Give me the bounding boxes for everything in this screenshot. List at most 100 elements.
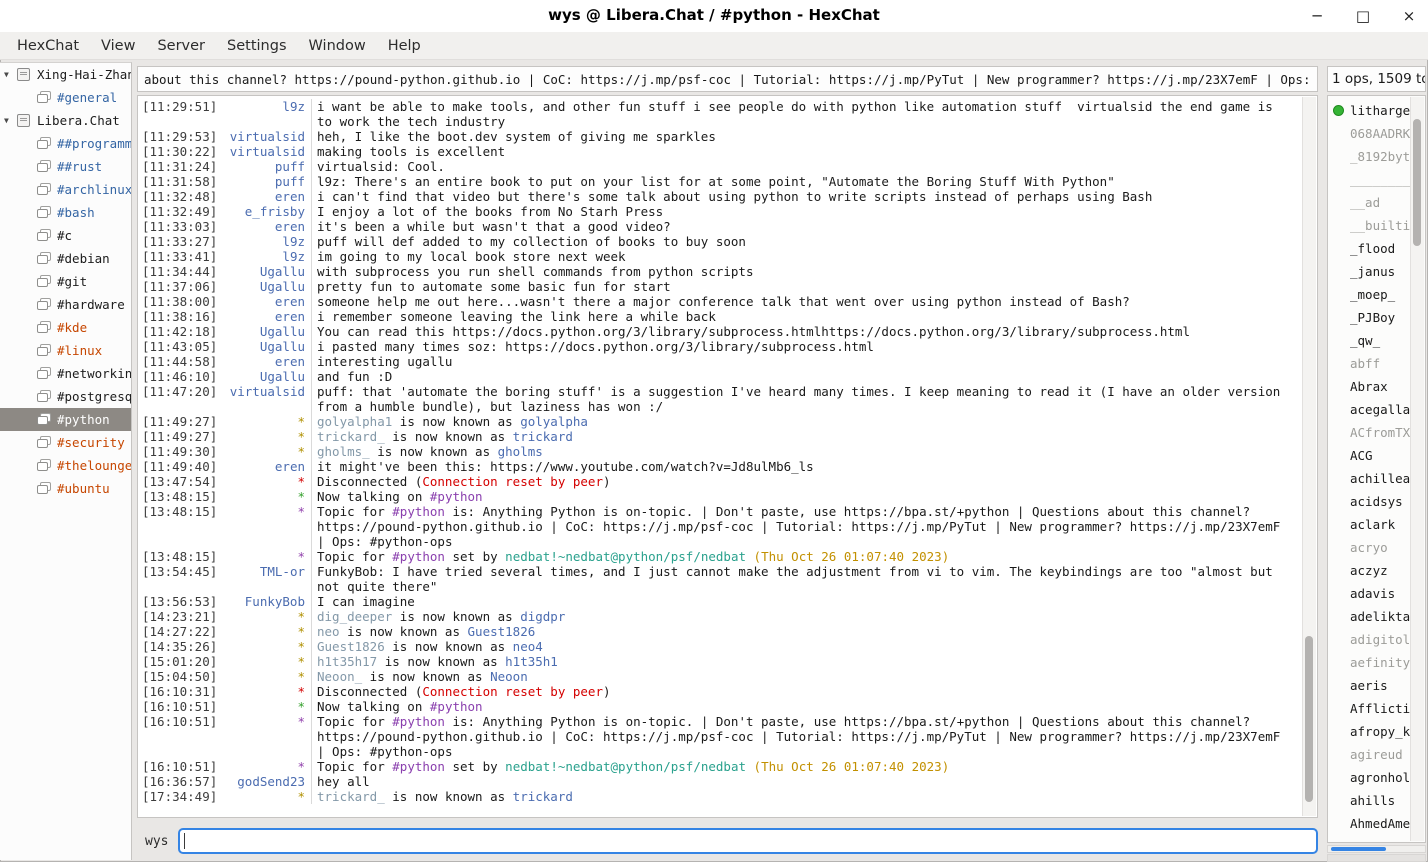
window-title: wys @ Libera.Chat / #python - HexChat <box>0 6 1428 24</box>
sidebar-item-programmi[interactable]: ##programmi <box>0 132 131 155</box>
user-list-item-moep[interactable]: _moep_ <box>1328 283 1412 306</box>
message-segment: gholms <box>498 444 543 459</box>
user-list-item-agronholm[interactable]: agronholm <box>1328 766 1412 789</box>
user-list-item-aefinity[interactable]: aefinity <box>1328 651 1412 674</box>
expander-icon[interactable]: ▼ <box>4 116 16 125</box>
minimize-icon[interactable]: ─ <box>1306 5 1328 27</box>
user-list-item-ahmedamer[interactable]: AhmedAmer <box>1328 812 1412 835</box>
user-list-item-abff[interactable]: abff <box>1328 352 1412 375</box>
timestamp: [13:54:45] <box>138 564 221 579</box>
timestamp: [16:10:51] <box>138 759 221 774</box>
menu-item-server[interactable]: Server <box>146 35 216 57</box>
message-segment: Topic for <box>317 549 392 564</box>
menu-item-hexchat[interactable]: HexChat <box>6 35 90 57</box>
chat-message: [16:10:51]*Topic for #python set by nedb… <box>138 759 1303 774</box>
message-text: Now talking on #python <box>311 699 1303 714</box>
event-star: * <box>221 504 311 519</box>
tree-server-libera-chat[interactable]: ▼ Libera.Chat <box>0 109 131 132</box>
chat-message: [11:38:16]ereni remember someone leaving… <box>138 309 1303 324</box>
user-list-item-acidsys[interactable]: acidsys <box>1328 490 1412 513</box>
timestamp: [15:04:50] <box>138 669 221 684</box>
event-star: * <box>221 654 311 669</box>
menu-item-settings[interactable]: Settings <box>216 35 297 57</box>
message-text: Guest1826 is now known as neo4 <box>311 639 1303 654</box>
user-list-item-litharge[interactable]: litharge <box>1328 99 1412 122</box>
nick: e_frisby <box>221 204 311 219</box>
close-icon[interactable]: × <box>1398 5 1420 27</box>
chat-scrollbar[interactable] <box>1302 97 1316 816</box>
user-list-item-068aadrkn[interactable]: 068AADRKN <box>1328 122 1412 145</box>
userlist-hscrollbar-thumb[interactable] <box>1331 847 1386 851</box>
user-list-item-flood[interactable]: _flood <box>1328 237 1412 260</box>
sidebar-item-postgresql[interactable]: #postgresql <box>0 385 131 408</box>
user-list-item-aclark[interactable]: aclark <box>1328 513 1412 536</box>
sidebar-item-archlinux[interactable]: #archlinux <box>0 178 131 201</box>
user-list-item-acegalla[interactable]: acegalla- <box>1328 398 1412 421</box>
message-text: hey all <box>311 774 1303 789</box>
user-list-item-acryo[interactable]: acryo <box>1328 536 1412 559</box>
sidebar-item-rust[interactable]: ##rust <box>0 155 131 178</box>
timestamp: [11:49:40] <box>138 459 221 474</box>
user-list-item-8192byte[interactable]: _8192byte <box>1328 145 1412 168</box>
sidebar-item-ubuntu[interactable]: #ubuntu <box>0 477 131 500</box>
expander-icon[interactable]: ▼ <box>4 70 16 79</box>
user-list-item-afropy-ke[interactable]: afropy_ke <box>1328 720 1412 743</box>
tree-server-xing-hai-zhan[interactable]: ▼Xing-Hai-Zhan <box>0 63 131 86</box>
sidebar-item-thelounge[interactable]: #thelounge <box>0 454 131 477</box>
user-list-item-acfromtx[interactable]: ACfromTX <box>1328 421 1412 444</box>
sidebar-item-git[interactable]: #git <box>0 270 131 293</box>
tree-item-label: Libera.Chat <box>37 113 120 128</box>
user-list-item-adeliktas[interactable]: adeliktas <box>1328 605 1412 628</box>
sidebar-item-c[interactable]: #c <box>0 224 131 247</box>
timestamp: [16:10:31] <box>138 684 221 699</box>
user-list-item-pjboy[interactable]: _PJBoy <box>1328 306 1412 329</box>
sidebar-item-debian[interactable]: #debian <box>0 247 131 270</box>
menu-item-help[interactable]: Help <box>377 35 432 57</box>
message-segment: #python-ops <box>370 534 453 549</box>
user-list-item-[interactable]: ________ <box>1328 168 1412 191</box>
sidebar-item-kde[interactable]: #kde <box>0 316 131 339</box>
sidebar-item-python[interactable]: #python <box>0 408 131 431</box>
chat-scrollbar-thumb[interactable] <box>1305 636 1313 801</box>
user-list-item-adigitole[interactable]: adigitole <box>1328 628 1412 651</box>
user-list-item-qw[interactable]: _qw_ <box>1328 329 1412 352</box>
user-list-item-acg[interactable]: ACG <box>1328 444 1412 467</box>
sidebar-item-security[interactable]: #security <box>0 431 131 454</box>
user-list-item-aeris[interactable]: aeris <box>1328 674 1412 697</box>
sidebar-item-bash[interactable]: #bash <box>0 201 131 224</box>
userlist-hscrollbar[interactable] <box>1327 845 1426 853</box>
message-input[interactable] <box>178 828 1318 854</box>
user-list-item-achilleas[interactable]: achilleas <box>1328 467 1412 490</box>
channel-icon <box>36 413 52 427</box>
userlist-scrollbar[interactable] <box>1410 97 1424 841</box>
user-nick: ACfromTX <box>1350 425 1410 440</box>
menu-item-window[interactable]: Window <box>298 35 377 57</box>
user-list-item-abrax[interactable]: Abrax <box>1328 375 1412 398</box>
sidebar-item-general[interactable]: #general <box>0 86 131 109</box>
bottom-resize-track[interactable] <box>1327 854 1426 862</box>
user-list-item-builtin[interactable]: __builtin <box>1328 214 1412 237</box>
menu-item-view[interactable]: View <box>90 35 146 57</box>
maximize-icon[interactable]: □ <box>1352 5 1374 27</box>
user-list-item-janus[interactable]: _janus <box>1328 260 1412 283</box>
sidebar-item-hardware[interactable]: #hardware <box>0 293 131 316</box>
sidebar-item-linux[interactable]: #linux <box>0 339 131 362</box>
user-list-item-ad[interactable]: __ad <box>1328 191 1412 214</box>
tree-item-label: ##programmi <box>57 136 131 151</box>
user-list-item-agireud[interactable]: agireud <box>1328 743 1412 766</box>
message-segment: nedbat!~nedbat@python/psf/nedbat <box>505 759 746 774</box>
tree-item-label: #networking <box>57 366 131 381</box>
topic-input[interactable]: about this channel? https://pound-python… <box>137 66 1318 92</box>
tree-item-label: #kde <box>57 320 87 335</box>
message-text: neo is now known as Guest1826 <box>311 624 1303 639</box>
user-nick: _janus <box>1350 264 1395 279</box>
user-list-item-adavis[interactable]: adavis <box>1328 582 1412 605</box>
titlebar[interactable]: wys @ Libera.Chat / #python - HexChat ─ … <box>0 0 1428 32</box>
message-segment: FunkyBob: I have tried several times, an… <box>317 564 1280 594</box>
user-list-item-ahills[interactable]: ahills <box>1328 789 1412 812</box>
user-list-item-affliction[interactable]: Affliction <box>1328 697 1412 720</box>
userlist-scrollbar-thumb[interactable] <box>1413 119 1421 245</box>
message-text: puff: that 'automate the boring stuff' i… <box>311 384 1303 414</box>
sidebar-item-networking[interactable]: #networking <box>0 362 131 385</box>
user-list-item-aczyz[interactable]: aczyz <box>1328 559 1412 582</box>
